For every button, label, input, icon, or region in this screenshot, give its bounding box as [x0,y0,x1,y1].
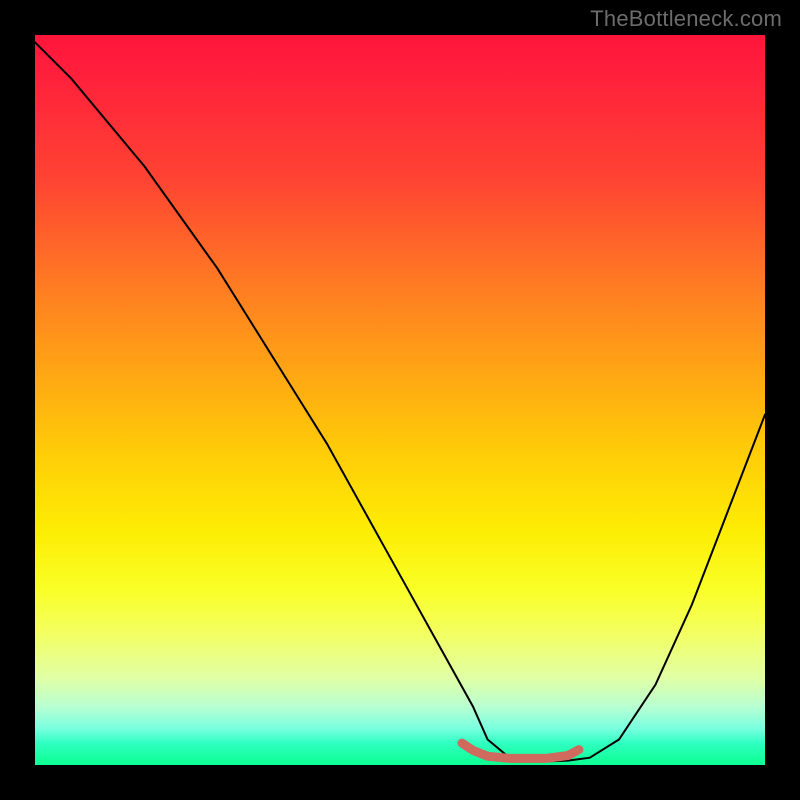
plot-area [35,35,765,765]
watermark-text: TheBottleneck.com [590,6,782,32]
chart-svg [35,35,765,765]
optimal-range-marker [462,743,579,758]
chart-stage: TheBottleneck.com [0,0,800,800]
bottleneck-curve-line [35,42,765,761]
